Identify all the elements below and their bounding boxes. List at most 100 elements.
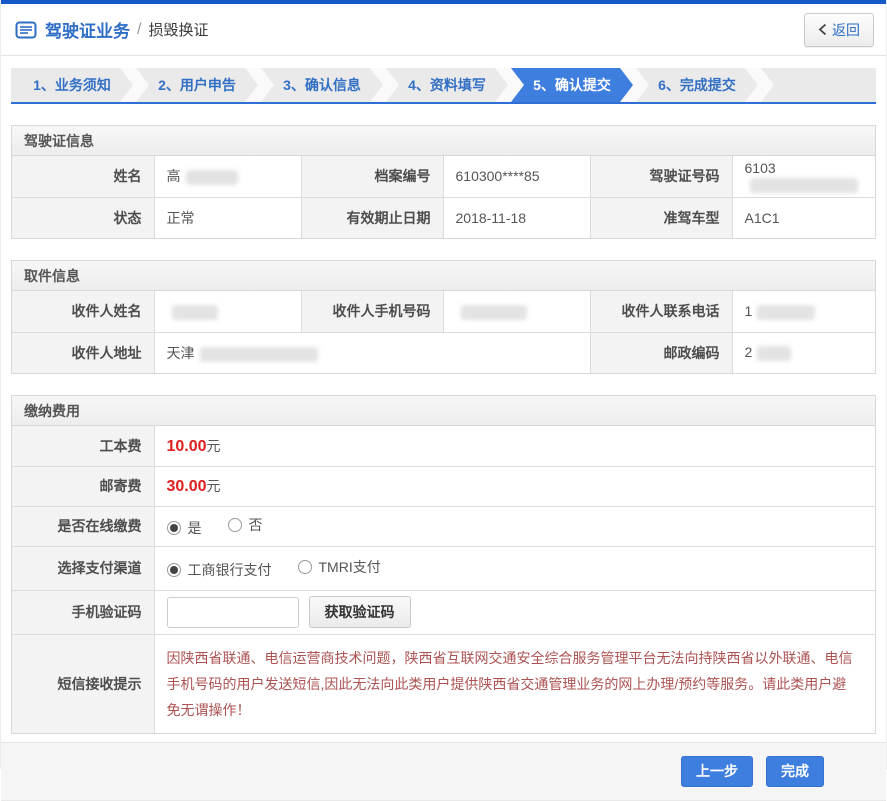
field-value: 2018-11-18 [442,196,591,238]
step-2[interactable]: 2、用户申告 [136,68,258,102]
field-label: 邮寄费 [12,465,155,507]
pickup-info-table: 收件人姓名 收件人手机号码 收件人联系电话 1 收件人地址 天津 邮政编码 2 [12,291,875,373]
page-header: 驾驶证业务 / 损毁换证 返回 [1,4,886,56]
finish-button[interactable]: 完成 [766,755,824,787]
section-title-pickup: 取件信息 [12,261,875,291]
page-subtitle: 损毁换证 [148,22,209,39]
field-label: 短信接收提示 [12,633,155,733]
license-info-table: 姓名高档案编号 610300****85 驾驶证号码 6103 状态 正常 有效期止日期 20… [12,156,875,238]
redacted-value [199,346,318,362]
license-info-body: 姓名高档案编号 610300****85 驾驶证号码 6103 状态 正常 有效期止日期 20… [12,156,875,238]
fee-row-money: 工本费 10.00元 [12,426,875,467]
fee-amount: 30.00元 [153,465,875,507]
breadcrumb-separator: / [137,20,142,38]
fee-row-money: 邮寄费 30.00元 [12,465,875,507]
step-bar-filler [761,68,876,102]
field-value: 6103 [731,156,875,198]
money-value: 30.00 [166,478,207,495]
table-row: 收件人地址 天津 邮政编码 2 [12,331,875,373]
field-value [442,291,591,333]
license-business-icon [15,21,37,39]
sms-code-input[interactable] [166,596,299,628]
radio-option-label: 否 [248,516,263,533]
step-1[interactable]: 1、业务须知 [11,68,133,102]
step-5[interactable]: 5、确认提交 [511,68,633,102]
back-button[interactable]: 返回 [804,12,874,47]
field-value: 正常 [153,196,302,238]
field-label: 状态 [12,196,155,238]
field-label: 收件人姓名 [12,291,155,333]
field-value: 2 [731,331,875,373]
fee-row-sms: 手机验证码 获取验证码 [12,589,875,635]
field-label: 姓名 [12,156,155,198]
table-row: 收件人姓名 收件人手机号码 收件人联系电话 1 [12,291,875,333]
section-pickup-info: 取件信息 收件人姓名 收件人手机号码 收件人联系电话 1 收件人地址 天津 邮政编码 2 [11,260,876,374]
step-4[interactable]: 4、资料填写 [386,68,508,102]
redacted-value [749,177,858,193]
redacted-value [171,304,218,320]
radio-group: 工商银行支付 TMRI支付 [153,545,875,591]
money-unit: 元 [206,437,221,454]
field-value: A1C1 [731,196,875,238]
back-button-label: 返回 [832,21,860,38]
field-value: 1 [731,291,875,333]
step-bar: 1、业务须知 2、用户申告 3、确认信息 4、资料填写 5、确认提交 6、完成提交 [11,68,876,104]
redacted-value [185,170,238,186]
field-label: 驾驶证号码 [589,156,733,198]
field-label: 准驾车型 [589,196,733,238]
table-row: 状态 正常 有效期止日期 2018-11-18 准驾车型 A1C1 [12,196,875,238]
money-unit: 元 [206,478,221,494]
field-value: 天津 [153,331,591,373]
fee-row-note: 短信接收提示 因陕西省联通、电信运营商技术问题，陕西省互联网交通安全综合服务管理平… [12,633,875,733]
table-row: 姓名高档案编号 610300****85 驾驶证号码 6103 [12,156,875,198]
field-label: 有效期止日期 [300,196,444,238]
money-value: 10.00 [166,437,207,455]
radio-checked-icon[interactable] [166,562,181,577]
fees-body: 工本费 10.00元 邮寄费 30.00元 是否在线缴费是否选择支付渠道 工商银行支付 TM… [12,426,875,733]
pickup-info-body: 收件人姓名 收件人手机号码 收件人联系电话 1 收件人地址 天津 邮政编码 2 [12,291,875,373]
section-title-license: 驾驶证信息 [12,126,875,156]
field-label: 工本费 [12,426,155,467]
page-title: 驾驶证业务 [45,22,130,41]
radio-option-label: TMRI支付 [318,558,381,575]
radio-option-label: 工商银行支付 [187,561,272,578]
section-license-info: 驾驶证信息 姓名高档案编号 610300****85 驾驶证号码 6103 状态 正常 有效… [11,125,876,239]
footer-actions: 上一步 完成 [1,741,886,801]
field-label: 是否在线缴费 [12,505,155,547]
fee-amount: 10.00元 [153,426,875,467]
redacted-value [460,304,527,320]
radio-checked-icon[interactable] [166,520,181,535]
sms-code-field: 获取验证码 [153,589,875,635]
field-label: 收件人联系电话 [589,291,733,333]
step-3[interactable]: 3、确认信息 [261,68,383,102]
radio-option[interactable]: TMRI支付 [297,557,381,577]
field-label: 档案编号 [300,156,444,198]
step-6[interactable]: 6、完成提交 [636,68,758,102]
field-value: 610300****85 [442,156,591,198]
radio-option[interactable]: 是 [166,518,202,538]
chevron-left-icon [818,23,827,36]
radio-unchecked-icon[interactable] [297,559,312,574]
field-label: 邮政编码 [589,331,733,373]
radio-option[interactable]: 否 [227,515,263,535]
sms-notice-text: 因陕西省联通、电信运营商技术问题，陕西省互联网交通安全综合服务管理平台无法向持陕… [166,649,853,718]
previous-step-button[interactable]: 上一步 [681,755,753,787]
fee-row-radio: 是否在线缴费是否 [12,505,875,547]
radio-option[interactable]: 工商银行支付 [166,560,272,580]
field-value: 高 [153,156,302,198]
radio-unchecked-icon[interactable] [227,517,242,532]
field-label: 手机验证码 [12,589,155,635]
main-content: 驾驶证信息 姓名高档案编号 610300****85 驾驶证号码 6103 状态 正常 有效… [1,125,886,734]
field-label: 收件人地址 [12,331,155,373]
section-title-fees: 缴纳费用 [12,396,875,426]
field-value [153,291,302,333]
redacted-value [757,346,792,362]
fees-table: 工本费 10.00元 邮寄费 30.00元 是否在线缴费是否选择支付渠道 工商银行支付 TM… [12,426,875,733]
radio-group: 是否 [153,505,875,547]
redacted-value [757,304,816,320]
get-code-button[interactable]: 获取验证码 [308,596,411,628]
radio-option-label: 是 [187,519,202,536]
field-label: 收件人手机号码 [300,291,444,333]
fee-row-radio: 选择支付渠道 工商银行支付 TMRI支付 [12,545,875,591]
section-fees: 缴纳费用 工本费 10.00元 邮寄费 30.00元 是否在线缴费是否选择支付渠道 工商银… [11,395,876,734]
